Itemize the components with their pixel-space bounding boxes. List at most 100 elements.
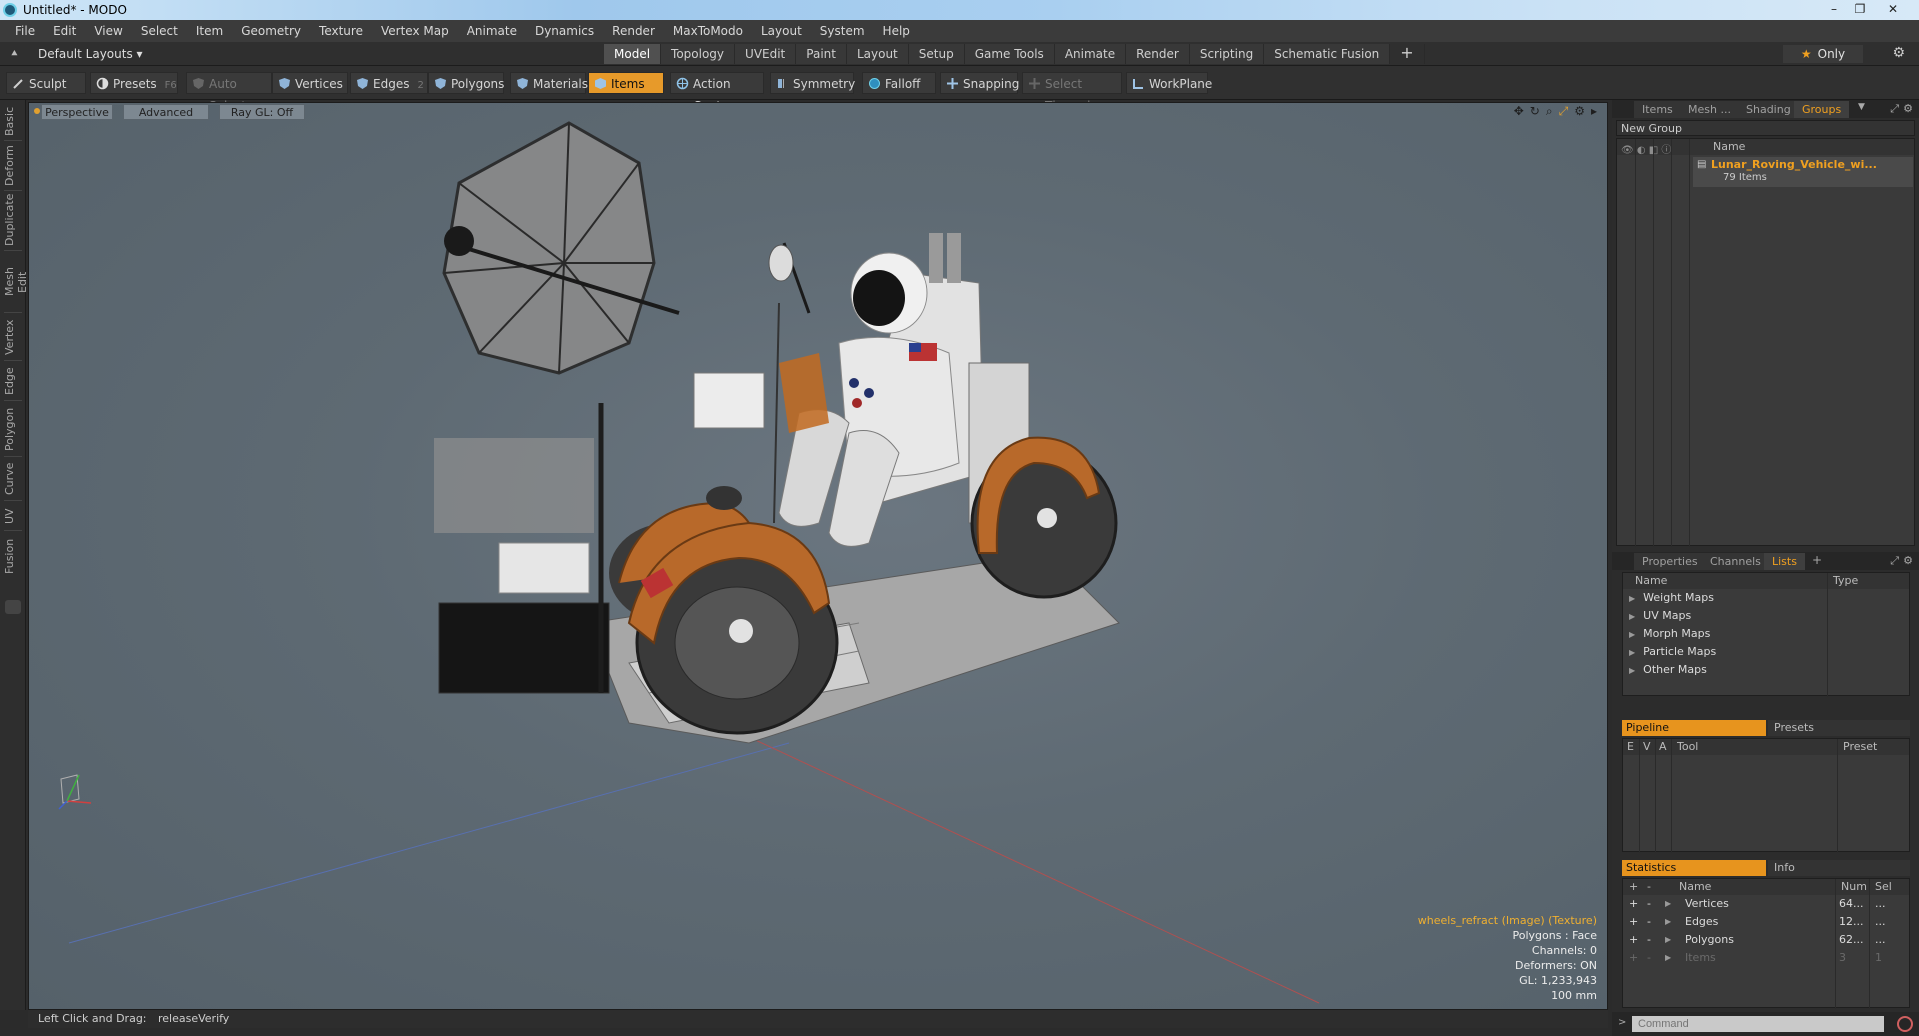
falloff-button[interactable]: Falloff bbox=[862, 72, 936, 94]
remove-icon[interactable]: - bbox=[1647, 949, 1651, 967]
viewport-scene[interactable] bbox=[29, 103, 1608, 1010]
list-item[interactable]: ▶ UV Maps bbox=[1623, 607, 1909, 625]
action-center-button[interactable]: Action Center bbox=[670, 72, 764, 113]
expand-arrow-icon[interactable]: ▶ bbox=[1665, 913, 1671, 931]
raygl-dropdown[interactable]: Ray GL: Off bbox=[219, 104, 305, 120]
vtab-uv[interactable]: UV bbox=[3, 506, 23, 526]
group-row-lunar-rover[interactable]: ▤ Lunar_Roving_Vehicle_wi... 79 Items bbox=[1693, 157, 1913, 187]
pan-icon[interactable]: ✥ bbox=[1514, 104, 1524, 119]
vtab-deform[interactable]: Deform bbox=[3, 145, 23, 186]
only-button[interactable]: ★ Only bbox=[1783, 45, 1863, 63]
menu-item[interactable]: Item bbox=[187, 24, 232, 38]
materials-button[interactable]: Materials bbox=[510, 72, 588, 94]
vtab-fusion[interactable]: Fusion bbox=[3, 536, 23, 576]
tab-uvedit[interactable]: UVEdit bbox=[735, 44, 797, 64]
layout-arrow-icon[interactable]: ⯅ bbox=[10, 47, 19, 61]
add-icon[interactable]: + bbox=[1629, 931, 1638, 949]
tab-channels[interactable]: Channels bbox=[1702, 553, 1769, 570]
tab-properties[interactable]: Properties bbox=[1634, 553, 1706, 570]
menu-layout[interactable]: Layout bbox=[752, 24, 811, 38]
close-button[interactable]: ✕ bbox=[1873, 0, 1913, 18]
tab-game-tools[interactable]: Game Tools bbox=[964, 44, 1055, 64]
vtab-vertex[interactable]: Vertex bbox=[3, 318, 23, 356]
tab-setup[interactable]: Setup bbox=[908, 44, 965, 64]
items-button[interactable]: Items bbox=[588, 72, 664, 94]
add-icon[interactable]: + bbox=[1629, 895, 1638, 913]
gear-icon[interactable]: ⚙ bbox=[1892, 45, 1905, 61]
expand-arrow-icon[interactable]: ▶ bbox=[1665, 931, 1671, 949]
viewport-settings-icon[interactable]: ⚙ bbox=[1574, 104, 1585, 119]
expand-icon[interactable]: ⤢ bbox=[1890, 102, 1899, 116]
default-layouts-dropdown[interactable]: Default Layouts ▾ bbox=[38, 47, 143, 61]
collapse-toggle[interactable] bbox=[5, 600, 21, 614]
tab-statistics[interactable]: Statistics bbox=[1622, 860, 1766, 876]
polygons-button[interactable]: Polygons bbox=[428, 72, 504, 94]
menu-render[interactable]: Render bbox=[603, 24, 664, 38]
menu-system[interactable]: System bbox=[811, 24, 874, 38]
expand-arrow-icon[interactable]: ▶ bbox=[1629, 630, 1635, 639]
tab-animate[interactable]: Animate bbox=[1054, 44, 1127, 64]
list-item[interactable]: ▶ Weight Maps bbox=[1623, 589, 1909, 607]
expand-icon[interactable]: ⤢ bbox=[1890, 554, 1899, 568]
list-item[interactable]: ▶ Other Maps bbox=[1623, 661, 1909, 679]
vtab-basic[interactable]: Basic bbox=[3, 106, 23, 136]
remove-icon[interactable]: - bbox=[1647, 931, 1651, 949]
symmetry-button[interactable]: Symmetry bbox=[770, 72, 855, 94]
workplane-button[interactable]: WorkPlane bbox=[1126, 72, 1212, 94]
expand-arrow-icon[interactable]: ▶ bbox=[1665, 949, 1671, 967]
vtab-edge[interactable]: Edge bbox=[3, 366, 23, 396]
tab-mesh[interactable]: Mesh ... bbox=[1680, 101, 1739, 118]
expand-arrow-icon[interactable]: ▶ bbox=[1665, 895, 1671, 913]
tab-shading[interactable]: Shading bbox=[1738, 101, 1799, 118]
viewport-expand-icon[interactable]: ▸ bbox=[1591, 104, 1597, 119]
tab-layout[interactable]: Layout bbox=[846, 44, 909, 64]
menu-select[interactable]: Select bbox=[132, 24, 187, 38]
expand-arrow-icon[interactable]: ▶ bbox=[1629, 648, 1635, 657]
vtab-mesh-edit[interactable]: Mesh Edit bbox=[3, 256, 29, 308]
maximize-button[interactable]: ❐ bbox=[1847, 0, 1873, 18]
panel-gear-icon[interactable]: ⚙ bbox=[1903, 102, 1913, 115]
list-item[interactable]: ▶ Particle Maps bbox=[1623, 643, 1909, 661]
vtab-duplicate[interactable]: Duplicate bbox=[3, 194, 23, 246]
remove-icon[interactable]: - bbox=[1647, 895, 1651, 913]
menu-texture[interactable]: Texture bbox=[310, 24, 372, 38]
add-list-tab-button[interactable]: + bbox=[1812, 553, 1822, 567]
remove-icon[interactable]: - bbox=[1647, 879, 1651, 895]
tab-model[interactable]: Model bbox=[604, 44, 662, 64]
table-row[interactable]: + - ▶ Edges 12... ... bbox=[1623, 913, 1909, 931]
tab-presets[interactable]: Presets bbox=[1768, 720, 1910, 736]
stop-icon[interactable] bbox=[1897, 1016, 1913, 1032]
tab-paint[interactable]: Paint bbox=[796, 44, 847, 64]
tab-items[interactable]: Items bbox=[1634, 101, 1681, 118]
edges-button[interactable]: Edges 2 bbox=[350, 72, 428, 94]
table-row[interactable]: + - ▶ Items 3 1 bbox=[1623, 949, 1909, 967]
3d-viewport[interactable]: Perspective Advanced Ray GL: Off ✥ ↻ ⌕ ⤢… bbox=[28, 102, 1608, 1010]
tab-topology[interactable]: Topology bbox=[661, 44, 736, 64]
new-group-bar[interactable]: New Group bbox=[1616, 120, 1915, 136]
presets-button[interactable]: Presets F6 bbox=[90, 72, 178, 94]
snapping-button[interactable]: Snapping bbox=[940, 72, 1019, 94]
menu-maxtomodo[interactable]: MaxToModo bbox=[664, 24, 752, 38]
panel-gear-icon[interactable]: ⚙ bbox=[1903, 554, 1913, 567]
tab-pipeline[interactable]: Pipeline bbox=[1622, 720, 1766, 736]
add-icon[interactable]: + bbox=[1629, 879, 1638, 895]
menu-dynamics[interactable]: Dynamics bbox=[526, 24, 603, 38]
command-input[interactable] bbox=[1632, 1016, 1884, 1032]
vtab-polygon[interactable]: Polygon bbox=[3, 406, 23, 452]
expand-arrow-icon[interactable]: ▶ bbox=[1629, 594, 1635, 603]
perspective-dropdown[interactable]: Perspective bbox=[41, 104, 113, 120]
rotate-icon[interactable]: ↻ bbox=[1530, 104, 1540, 119]
remove-icon[interactable]: - bbox=[1647, 913, 1651, 931]
menu-help[interactable]: Help bbox=[874, 24, 919, 38]
zoom-icon[interactable]: ⌕ bbox=[1546, 104, 1553, 119]
list-item[interactable]: ▶ Morph Maps bbox=[1623, 625, 1909, 643]
add-icon[interactable]: + bbox=[1629, 949, 1638, 967]
fit-icon[interactable]: ⤢ bbox=[1559, 104, 1569, 119]
tabs-dropdown-icon[interactable]: ▼ bbox=[1858, 102, 1865, 112]
add-tab-button[interactable]: + bbox=[1390, 44, 1425, 64]
vtab-curve[interactable]: Curve bbox=[3, 462, 23, 496]
tab-schematic-fusion[interactable]: Schematic Fusion bbox=[1264, 44, 1391, 64]
tab-lists[interactable]: Lists bbox=[1764, 553, 1805, 570]
minimize-button[interactable]: – bbox=[1821, 0, 1847, 18]
menu-edit[interactable]: Edit bbox=[44, 24, 85, 38]
